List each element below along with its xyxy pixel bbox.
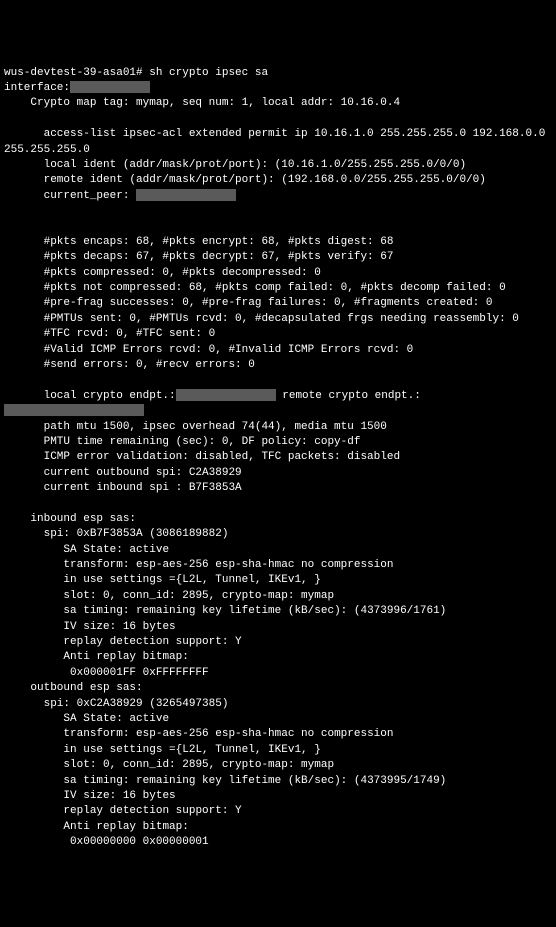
send-errors-line: #send errors: 0, #recv errors: 0	[4, 359, 255, 371]
redacted-peer	[136, 189, 236, 201]
local-ident-line: local ident (addr/mask/prot/port): (10.1…	[4, 159, 466, 171]
in-anti-replay: Anti replay bitmap:	[4, 651, 189, 663]
out-transform: transform: esp-aes-256 esp-sha-hmac no c…	[4, 728, 393, 740]
crypto-map-line: Crypto map tag: mymap, seq num: 1, local…	[4, 97, 400, 109]
pre-frag-line: #pre-frag successes: 0, #pre-frag failur…	[4, 297, 492, 309]
icmp-error-line: ICMP error validation: disabled, TFC pac…	[4, 451, 400, 463]
out-iv: IV size: 16 bytes	[4, 790, 176, 802]
in-iv: IV size: 16 bytes	[4, 621, 176, 633]
inbound-header: inbound esp sas:	[4, 513, 136, 525]
valid-icmp-line: #Valid ICMP Errors rcvd: 0, #Invalid ICM…	[4, 344, 413, 356]
out-replay: replay detection support: Y	[4, 805, 242, 817]
remote-crypto-label: remote crypto endpt.:	[276, 390, 421, 402]
out-sa-state: SA State: active	[4, 713, 169, 725]
pmtu-time-line: PMTU time remaining (sec): 0, DF policy:…	[4, 436, 360, 448]
pmtus-line: #PMTUs sent: 0, #PMTUs rcvd: 0, #decapsu…	[4, 313, 519, 325]
outbound-spi-line: spi: 0xC2A38929 (3265497385)	[4, 698, 228, 710]
pkts-encaps-line: #pkts encaps: 68, #pkts encrypt: 68, #pk…	[4, 236, 393, 248]
current-inbound-line: current inbound spi : B7F3853A	[4, 482, 242, 494]
inbound-spi-line: spi: 0xB7F3853A (3086189882)	[4, 528, 228, 540]
command-text: sh crypto ipsec sa	[149, 67, 268, 79]
interface-label: interface:	[4, 82, 70, 94]
current-outbound-line: current outbound spi: C2A38929	[4, 467, 242, 479]
in-sa-timing: sa timing: remaining key lifetime (kB/se…	[4, 605, 446, 617]
redacted-interface	[70, 81, 150, 93]
access-list-line: access-list ipsec-acl extended permit ip…	[4, 128, 552, 155]
out-anti-replay: Anti replay bitmap:	[4, 821, 189, 833]
terminal-output: wus-devtest-39-asa01# sh crypto ipsec sa…	[4, 66, 552, 851]
out-sa-timing: sa timing: remaining key lifetime (kB/se…	[4, 775, 446, 787]
pkts-decaps-line: #pkts decaps: 67, #pkts decrypt: 67, #pk…	[4, 251, 393, 263]
pkts-compressed-line: #pkts compressed: 0, #pkts decompressed:…	[4, 267, 321, 279]
local-crypto-label: local crypto endpt.:	[4, 390, 176, 402]
current-peer-label: current_peer:	[4, 190, 129, 202]
pkts-not-compressed-line: #pkts not compressed: 68, #pkts comp fai…	[4, 282, 506, 294]
tfc-line: #TFC rcvd: 0, #TFC sent: 0	[4, 328, 215, 340]
in-sa-state: SA State: active	[4, 544, 169, 556]
remote-ident-line: remote ident (addr/mask/prot/port): (192…	[4, 174, 486, 186]
path-mtu-line: path mtu 1500, ipsec overhead 74(44), me…	[4, 421, 387, 433]
redacted-local-endpt	[176, 389, 276, 401]
prompt-hostname: wus-devtest-39-asa01#	[4, 67, 143, 79]
outbound-header: outbound esp sas:	[4, 682, 143, 694]
out-slot: slot: 0, conn_id: 2895, crypto-map: myma…	[4, 759, 334, 771]
out-bitmap: 0x00000000 0x00000001	[4, 836, 209, 848]
in-replay: replay detection support: Y	[4, 636, 242, 648]
redacted-remote-endpt	[4, 404, 144, 416]
in-slot: slot: 0, conn_id: 2895, crypto-map: myma…	[4, 590, 334, 602]
in-settings: in use settings ={L2L, Tunnel, IKEv1, }	[4, 574, 321, 586]
in-bitmap: 0x000001FF 0xFFFFFFFF	[4, 667, 209, 679]
in-transform: transform: esp-aes-256 esp-sha-hmac no c…	[4, 559, 393, 571]
out-settings: in use settings ={L2L, Tunnel, IKEv1, }	[4, 744, 321, 756]
